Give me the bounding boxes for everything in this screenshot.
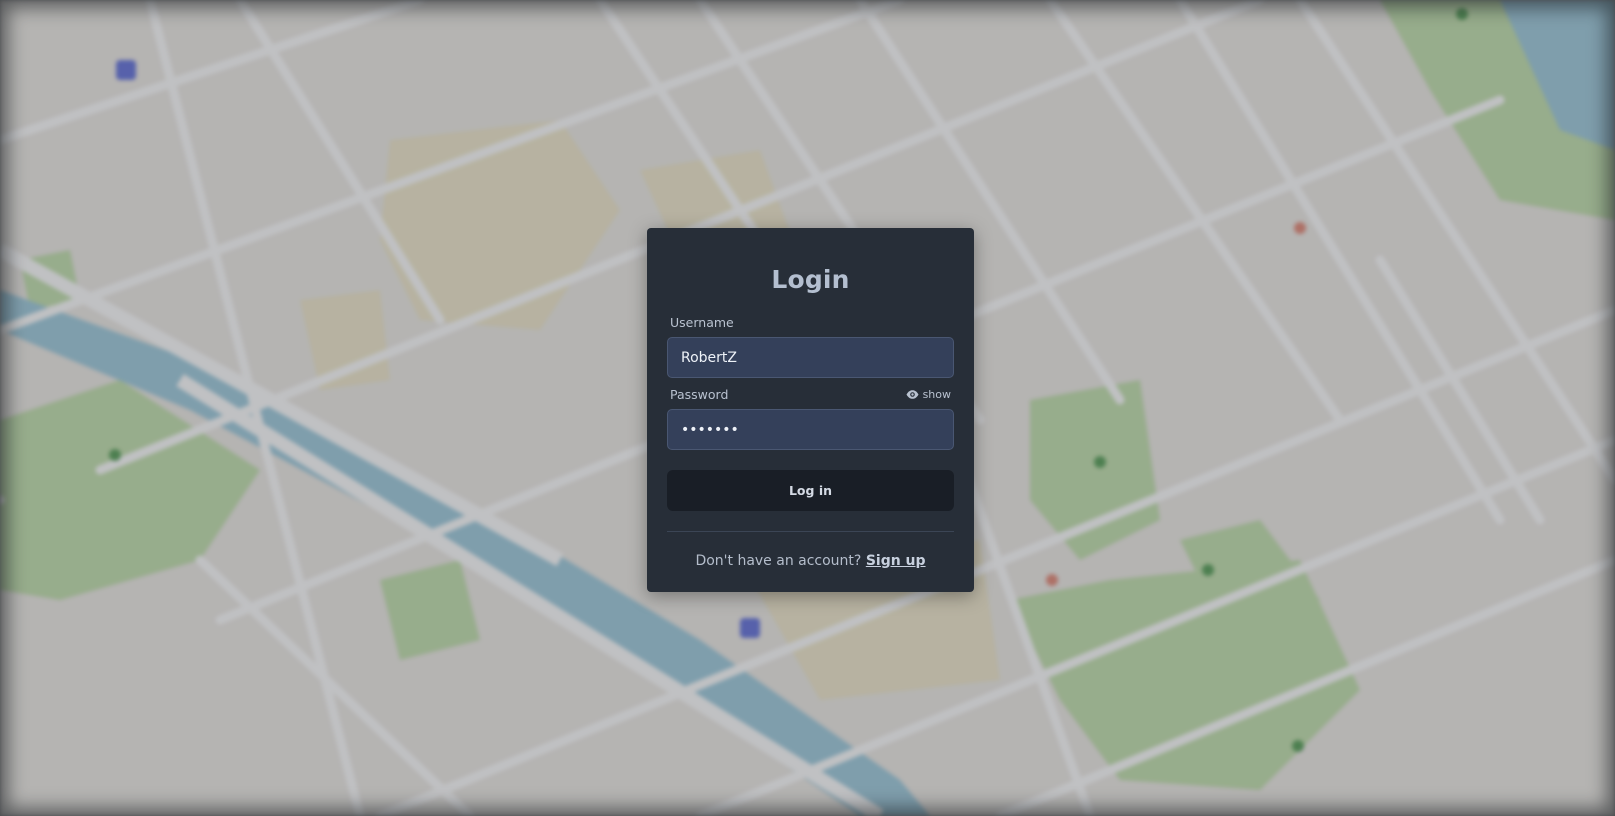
login-page: Login Username Password show Log in: [0, 0, 1615, 816]
divider: [667, 531, 954, 532]
login-button[interactable]: Log in: [667, 470, 954, 511]
show-password-toggle[interactable]: show: [906, 388, 951, 401]
username-input[interactable]: [667, 337, 954, 378]
password-label-row: Password show: [667, 386, 954, 402]
signup-prompt: Don't have an account?: [695, 553, 862, 569]
login-title: Login: [771, 265, 850, 294]
username-label: Username: [670, 314, 734, 330]
password-label: Password: [670, 386, 729, 402]
signup-prompt-row: Don't have an account? Sign up: [667, 553, 954, 569]
login-card: Login Username Password show Log in: [647, 228, 974, 592]
eye-icon: [906, 389, 919, 399]
username-label-row: Username: [667, 314, 954, 330]
show-label: show: [922, 387, 951, 401]
signup-link[interactable]: Sign up: [866, 553, 926, 569]
password-input[interactable]: [667, 409, 954, 450]
